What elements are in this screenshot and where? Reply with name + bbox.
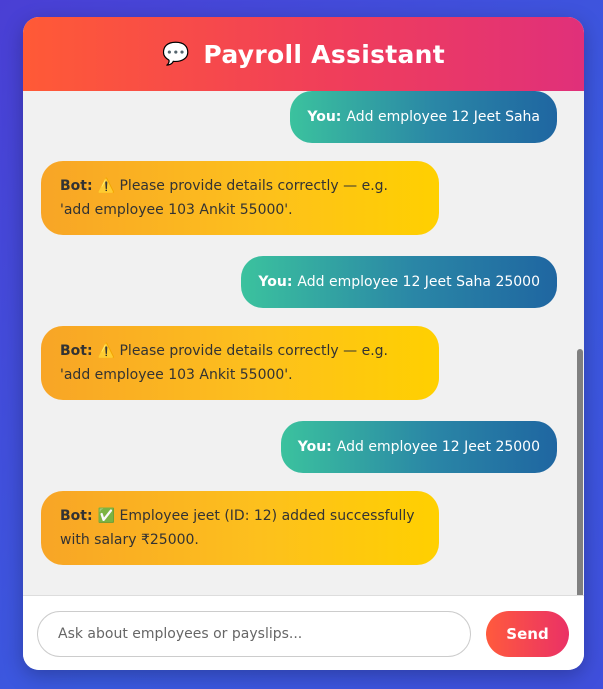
check-mark-icon: ✅ bbox=[97, 508, 116, 524]
sender-label: You: bbox=[307, 109, 342, 125]
input-bar: Send bbox=[23, 595, 584, 670]
user-message: You: Add employee 12 Jeet Saha 25000 bbox=[241, 256, 557, 308]
sender-label: You: bbox=[258, 274, 293, 290]
message-text: Add employee 12 Jeet Saha bbox=[346, 109, 540, 125]
sender-label: Bot: bbox=[60, 508, 93, 524]
bot-message: Bot: ✅ Employee jeet (ID: 12) added succe… bbox=[41, 491, 439, 565]
sender-label: Bot: bbox=[60, 343, 93, 359]
bot-message: Bot: ⚠️ Please provide details correctly … bbox=[41, 326, 439, 400]
message-text: Add employee 12 Jeet 25000 bbox=[336, 439, 540, 455]
speech-bubble-icon: 💬 bbox=[161, 41, 190, 67]
bot-message: Bot: ⚠️ Please provide details correctly … bbox=[41, 161, 439, 235]
warning-icon: ⚠️ bbox=[97, 343, 116, 359]
app-title: Payroll Assistant bbox=[203, 39, 446, 69]
message-list[interactable]: You: Add employee 12 Jeet Saha Bot: ⚠️ Pl… bbox=[23, 91, 584, 595]
scrollbar-thumb[interactable] bbox=[577, 349, 583, 595]
message-text: Add employee 12 Jeet Saha 25000 bbox=[297, 274, 540, 290]
warning-icon: ⚠️ bbox=[97, 178, 116, 194]
message-input[interactable] bbox=[37, 611, 471, 657]
chat-header: 💬 Payroll Assistant bbox=[23, 17, 584, 91]
sender-label: You: bbox=[297, 439, 332, 455]
send-button[interactable]: Send bbox=[486, 611, 569, 657]
user-message: You: Add employee 12 Jeet Saha bbox=[290, 91, 557, 143]
user-message: You: Add employee 12 Jeet 25000 bbox=[280, 421, 557, 473]
sender-label: Bot: bbox=[60, 178, 93, 194]
chat-window: 💬 Payroll Assistant You: Add employee 12… bbox=[23, 17, 584, 670]
